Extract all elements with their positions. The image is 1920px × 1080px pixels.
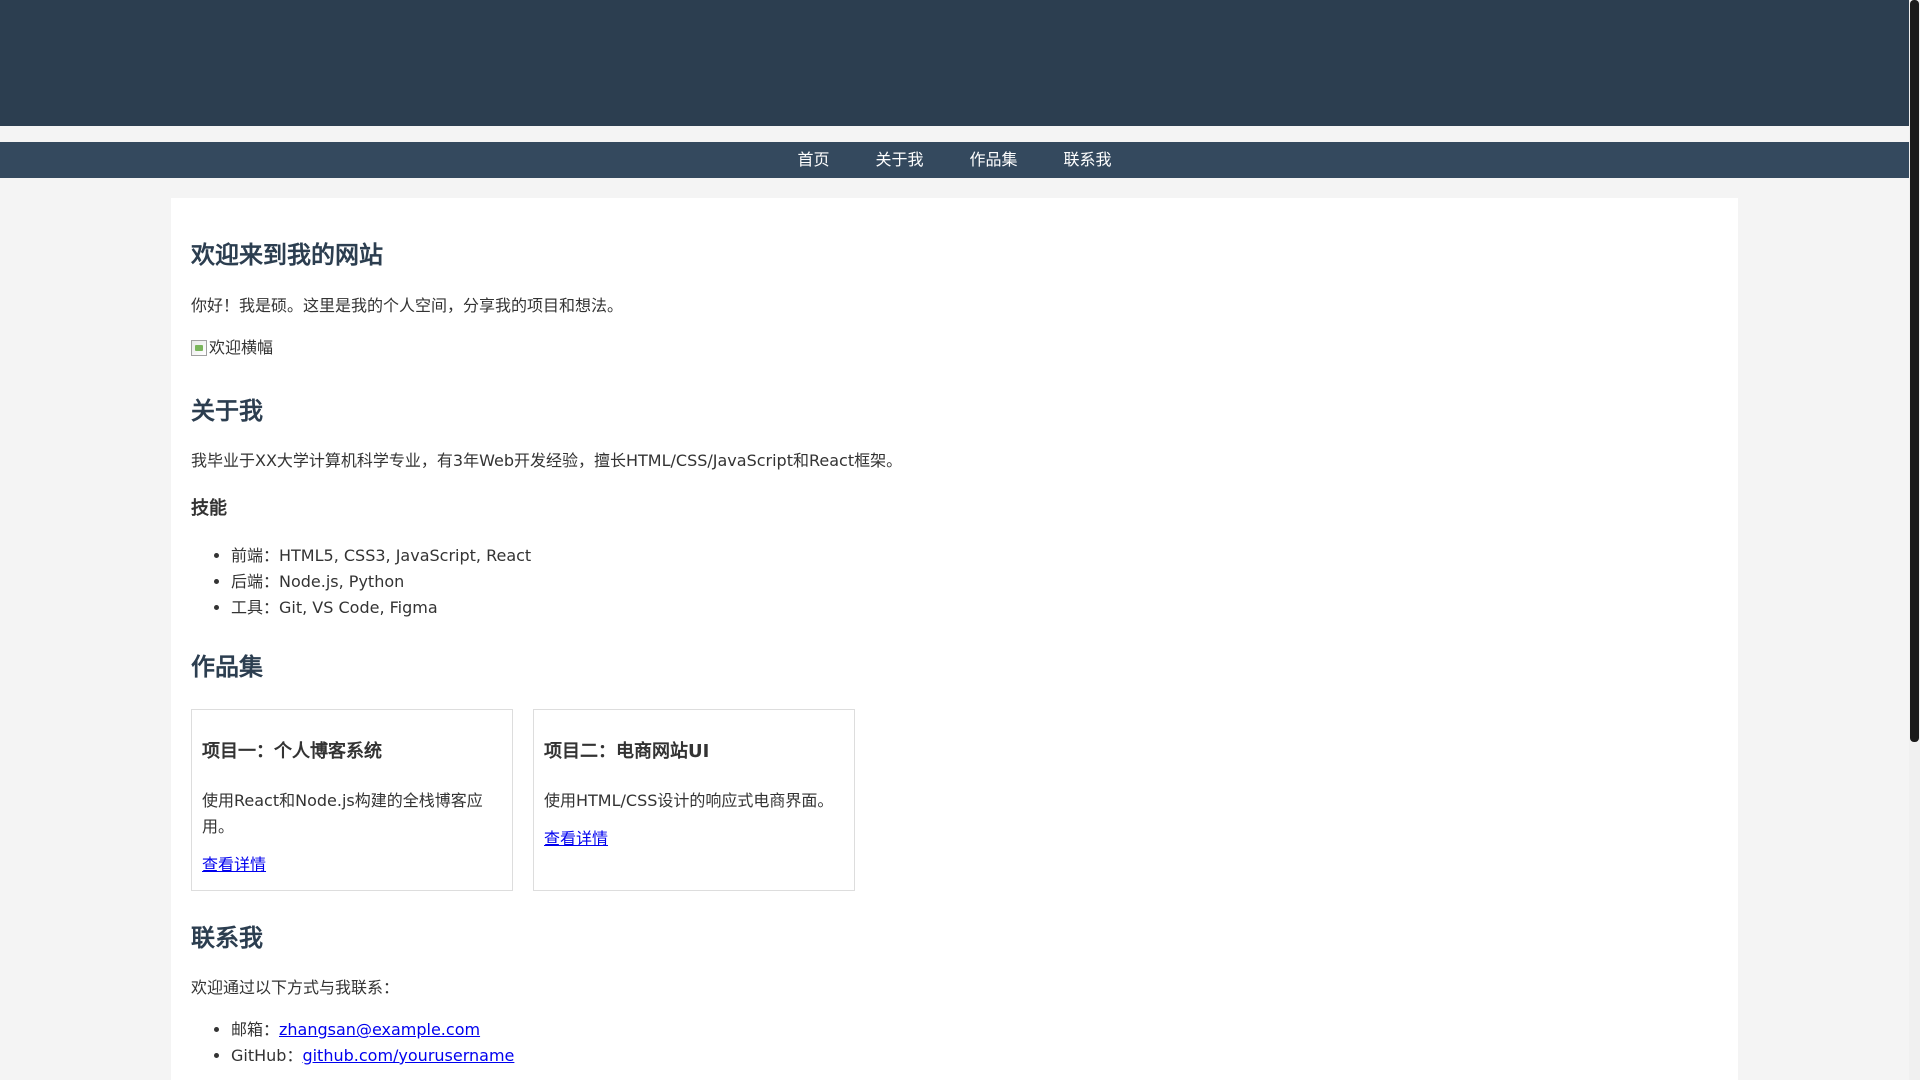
contact-label: 邮箱： [231, 1020, 280, 1039]
site-header [0, 0, 1909, 126]
nav-list: 首页 关于我 作品集 联系我 [0, 142, 1909, 178]
nav-item-about[interactable]: 关于我 [875, 142, 923, 178]
project-card: 项目二：电商网站UI 使用HTML/CSS设计的响应式电商界面。 查看详情 [533, 709, 855, 891]
broken-image-icon [191, 340, 207, 356]
contact-list: 邮箱：zhangsan@example.com GitHub：github.co… [191, 1017, 514, 1069]
project-description: 使用HTML/CSS设计的响应式电商界面。 [544, 791, 834, 810]
about-heading: 关于我 [191, 397, 263, 425]
project-description: 使用React和Node.js构建的全栈博客应用。 [202, 791, 483, 836]
skill-item-tools: 工具：Git, VS Code, Figma [231, 595, 531, 621]
welcome-intro: 你好！我是硕。这里是我的个人空间，分享我的项目和想法。 [191, 296, 624, 315]
main-nav: 首页 关于我 作品集 联系我 [0, 142, 1909, 178]
skills-list: 前端：HTML5, CSS3, JavaScript, React 后端：Nod… [191, 543, 531, 621]
page: 首页 关于我 作品集 联系我 欢迎来到我的网站 你好！我是硕。这里是我的个人空间… [0, 0, 1909, 1080]
project-card: 项目一：个人博客系统 使用React和Node.js构建的全栈博客应用。 查看详… [191, 709, 513, 891]
project-details-link[interactable]: 查看详情 [202, 854, 266, 876]
project-title: 项目二：电商网站UI [544, 741, 710, 762]
project-details-link[interactable]: 查看详情 [544, 828, 608, 850]
contact-intro: 欢迎通过以下方式与我联系： [191, 978, 400, 997]
nav-item-contact[interactable]: 联系我 [1064, 142, 1112, 178]
portfolio-heading: 作品集 [191, 653, 263, 681]
email-link[interactable]: zhangsan@example.com [279, 1020, 480, 1039]
skills-heading: 技能 [191, 498, 227, 519]
main-content: 欢迎来到我的网站 你好！我是硕。这里是我的个人空间，分享我的项目和想法。 欢迎横… [171, 198, 1738, 1080]
contact-label: GitHub： [231, 1046, 303, 1065]
nav-item-portfolio[interactable]: 作品集 [970, 142, 1018, 178]
github-link[interactable]: github.com/yourusername [302, 1046, 514, 1065]
contact-heading: 联系我 [191, 924, 263, 952]
project-title: 项目一：个人博客系统 [202, 741, 382, 762]
banner-alt-text: 欢迎横幅 [209, 338, 274, 357]
skill-item-frontend: 前端：HTML5, CSS3, JavaScript, React [231, 543, 531, 569]
about-text: 我毕业于XX大学计算机科学专业，有3年Web开发经验，擅长HTML/CSS/Ja… [191, 451, 903, 470]
welcome-banner-image: 欢迎横幅 [191, 338, 273, 358]
vertical-scrollbar[interactable] [1909, 0, 1920, 1080]
contact-item-email: 邮箱：zhangsan@example.com [231, 1017, 514, 1043]
welcome-heading: 欢迎来到我的网站 [191, 241, 383, 269]
browser-viewport: 首页 关于我 作品集 联系我 欢迎来到我的网站 你好！我是硕。这里是我的个人空间… [0, 0, 1920, 1080]
skill-item-backend: 后端：Node.js, Python [231, 569, 531, 595]
contact-item-github: GitHub：github.com/yourusername [231, 1043, 514, 1069]
nav-item-home[interactable]: 首页 [797, 142, 829, 178]
scrollbar-thumb[interactable] [1910, 0, 1919, 742]
